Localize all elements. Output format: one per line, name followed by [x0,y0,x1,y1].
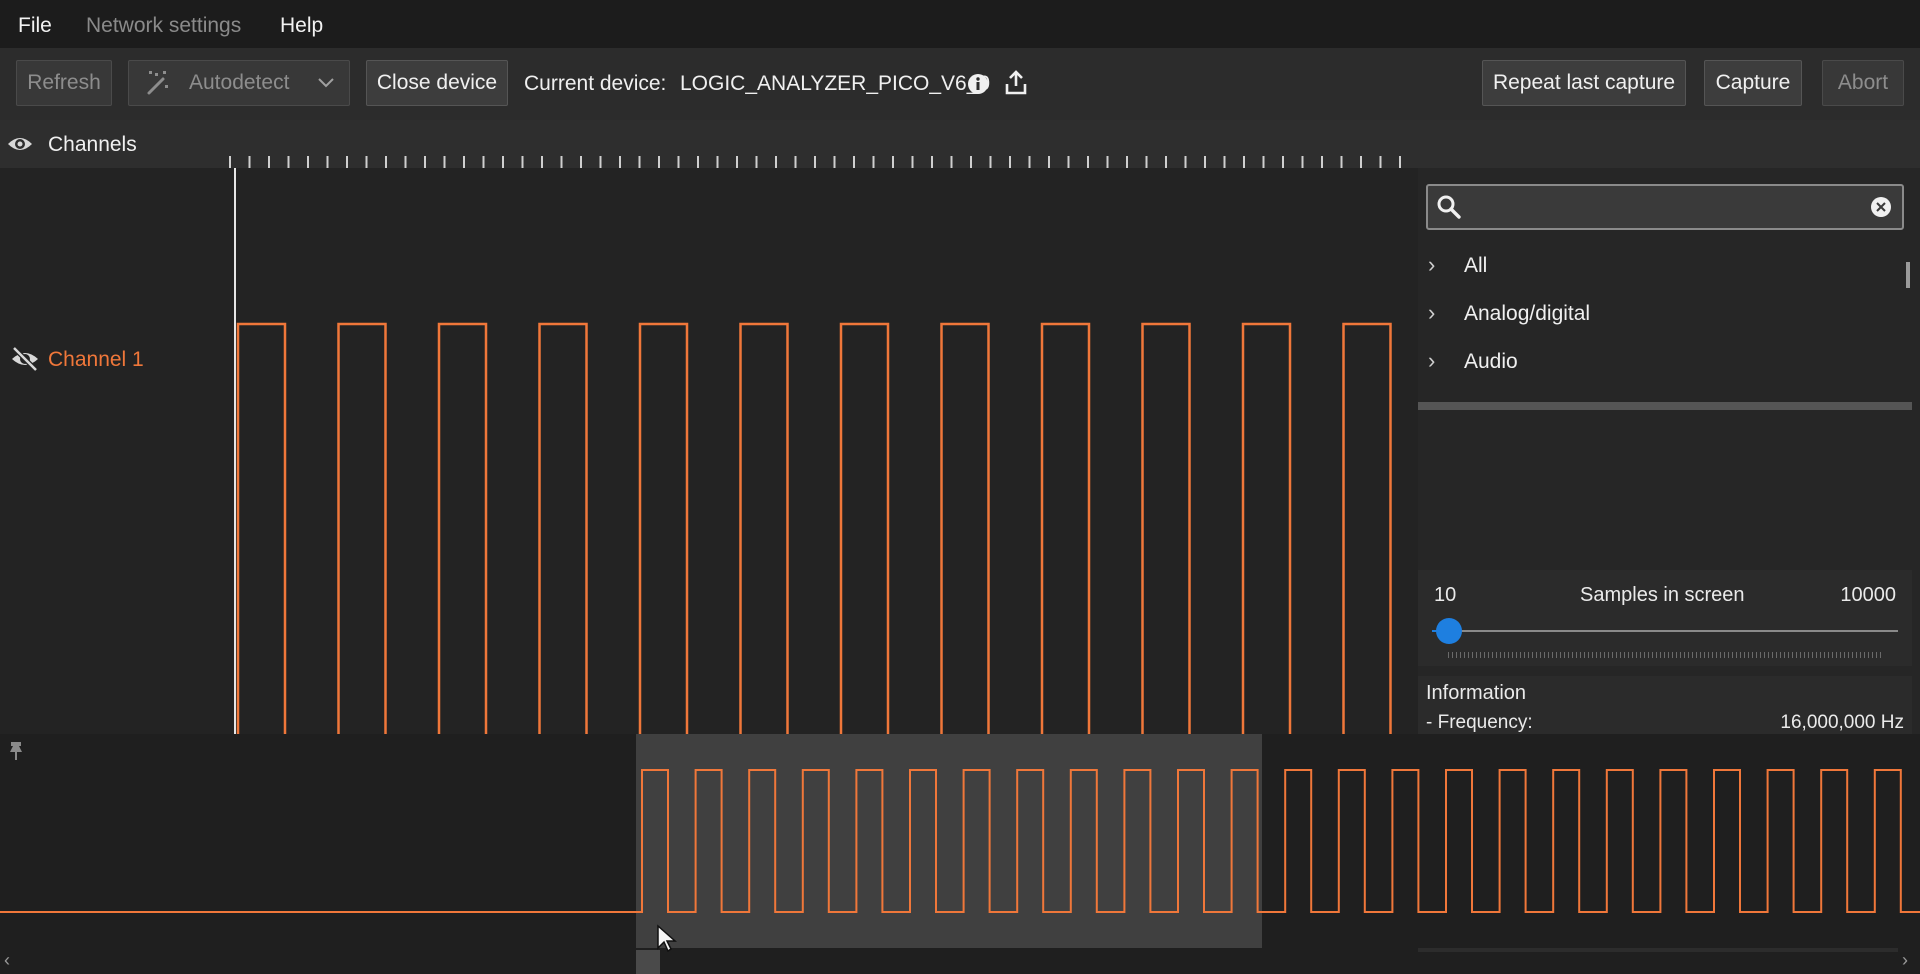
cursor-icon [656,924,678,959]
menu-network-settings[interactable]: Network settings [86,14,241,38]
information-panel: Information - Frequency: 16,000,000 Hz [1418,676,1912,734]
refresh-button[interactable]: Refresh [16,60,112,106]
search-icon [1436,194,1462,225]
chevron-down-icon [315,61,337,121]
protocol-item-analog-digital[interactable]: › Analog/digital [1428,300,1590,326]
abort-button[interactable]: Abort [1822,60,1904,106]
channel-row[interactable]: Channel 1 [10,344,210,376]
samples-slider-track[interactable] [1432,630,1898,632]
info-icon[interactable] [966,72,990,101]
samples-max: 10000 [1840,584,1896,606]
capture-button[interactable]: Capture [1704,60,1802,106]
scroll-right-icon[interactable]: › [1902,950,1908,971]
autodetect-label: Autodetect [189,71,290,94]
clear-icon[interactable] [1870,196,1892,223]
protocol-search[interactable] [1426,184,1904,230]
channel-1-waveform [236,322,1392,734]
overview-waveform [0,769,1920,913]
panel-horizontal-scrollbar[interactable] [1418,948,1898,952]
waveform-view[interactable] [232,168,1418,734]
autodetect-dropdown[interactable]: Autodetect [128,60,350,106]
frequency-value: 16,000,000 Hz [1780,712,1904,733]
eye-icon[interactable] [6,132,34,161]
tree-vertical-scrollbar[interactable] [1906,262,1910,288]
current-device-label: Current device: [524,72,667,95]
overview-waveform-layer [0,769,1920,913]
menu-bar: File Network settings Help [0,0,1920,48]
current-device-value: LOGIC_ANALYZER_PICO_V6_0 [680,72,991,95]
menu-file[interactable]: File [18,14,52,38]
samples-slider-ticks [1448,652,1882,658]
chevron-right-icon: › [1428,300,1436,325]
eye-slash-icon[interactable] [10,346,40,377]
close-device-button[interactable]: Close device [366,60,508,106]
chevron-right-icon: › [1428,348,1436,373]
time-ruler [229,156,1401,168]
channel-list: Channel 1 [0,168,232,734]
wand-icon [145,61,171,121]
chevron-right-icon: › [1428,252,1436,277]
protocol-item-audio[interactable]: › Audio [1428,348,1518,374]
information-title: Information [1426,682,1527,704]
tree-horizontal-scrollbar[interactable] [1418,402,1912,410]
protocol-item-all[interactable]: › All [1428,252,1487,278]
channel-label: Channel 1 [48,348,144,371]
samples-panel: 10 Samples in screen 10000 [1418,570,1912,666]
repeat-last-capture-button[interactable]: Repeat last capture [1482,60,1686,106]
menu-help[interactable]: Help [280,14,323,38]
upload-icon[interactable] [1004,70,1028,101]
channels-header: Channels [0,120,1920,168]
search-input[interactable] [1472,192,1856,224]
samples-min: 10 [1434,584,1457,606]
channels-title: Channels [48,133,137,156]
frequency-label: - Frequency: [1426,712,1533,733]
samples-slider-thumb[interactable] [1436,618,1463,644]
toolbar: Refresh Autodetect Close device Current … [0,48,1920,120]
scroll-left-icon[interactable]: ‹ [4,950,10,971]
pin-icon[interactable] [6,740,26,767]
samples-title: Samples in screen [1580,584,1745,606]
